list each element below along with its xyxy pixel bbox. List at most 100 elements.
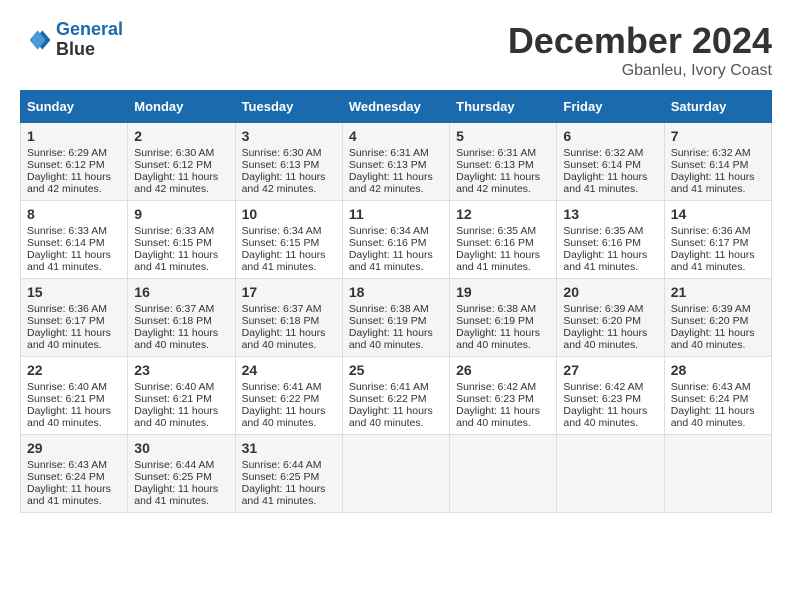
sunset-label: Sunset: 6:23 PM bbox=[563, 393, 641, 405]
daylight-label: Daylight: 11 hours and 40 minutes. bbox=[242, 405, 326, 429]
calendar-cell: 21Sunrise: 6:39 AMSunset: 6:20 PMDayligh… bbox=[664, 279, 771, 357]
calendar-cell: 27Sunrise: 6:42 AMSunset: 6:23 PMDayligh… bbox=[557, 357, 664, 435]
daylight-label: Daylight: 11 hours and 40 minutes. bbox=[134, 405, 218, 429]
sunset-label: Sunset: 6:14 PM bbox=[563, 159, 641, 171]
daylight-label: Daylight: 11 hours and 41 minutes. bbox=[134, 483, 218, 507]
day-number: 2 bbox=[134, 128, 228, 144]
sunset-label: Sunset: 6:14 PM bbox=[27, 237, 105, 249]
sunset-label: Sunset: 6:13 PM bbox=[349, 159, 427, 171]
sunset-label: Sunset: 6:16 PM bbox=[456, 237, 534, 249]
calendar-cell: 19Sunrise: 6:38 AMSunset: 6:19 PMDayligh… bbox=[450, 279, 557, 357]
sunrise-label: Sunrise: 6:36 AM bbox=[27, 303, 107, 315]
calendar-cell: 7Sunrise: 6:32 AMSunset: 6:14 PMDaylight… bbox=[664, 123, 771, 201]
header-day-saturday: Saturday bbox=[664, 91, 771, 123]
header-day-wednesday: Wednesday bbox=[342, 91, 449, 123]
day-number: 10 bbox=[242, 206, 336, 222]
day-number: 23 bbox=[134, 362, 228, 378]
day-number: 8 bbox=[27, 206, 121, 222]
calendar-cell: 15Sunrise: 6:36 AMSunset: 6:17 PMDayligh… bbox=[21, 279, 128, 357]
daylight-label: Daylight: 11 hours and 42 minutes. bbox=[134, 171, 218, 195]
sunrise-label: Sunrise: 6:38 AM bbox=[349, 303, 429, 315]
location: Gbanleu, Ivory Coast bbox=[508, 62, 772, 80]
day-number: 1 bbox=[27, 128, 121, 144]
sunset-label: Sunset: 6:19 PM bbox=[456, 315, 534, 327]
day-number: 30 bbox=[134, 440, 228, 456]
sunset-label: Sunset: 6:12 PM bbox=[27, 159, 105, 171]
sunrise-label: Sunrise: 6:40 AM bbox=[27, 381, 107, 393]
calendar-table: SundayMondayTuesdayWednesdayThursdayFrid… bbox=[20, 90, 772, 513]
calendar-cell: 28Sunrise: 6:43 AMSunset: 6:24 PMDayligh… bbox=[664, 357, 771, 435]
calendar-cell: 14Sunrise: 6:36 AMSunset: 6:17 PMDayligh… bbox=[664, 201, 771, 279]
sunset-label: Sunset: 6:19 PM bbox=[349, 315, 427, 327]
day-number: 17 bbox=[242, 284, 336, 300]
calendar-cell bbox=[557, 435, 664, 513]
sunset-label: Sunset: 6:16 PM bbox=[563, 237, 641, 249]
calendar-cell: 9Sunrise: 6:33 AMSunset: 6:15 PMDaylight… bbox=[128, 201, 235, 279]
title-block: December 2024 Gbanleu, Ivory Coast bbox=[508, 20, 772, 80]
day-number: 4 bbox=[349, 128, 443, 144]
sunset-label: Sunset: 6:24 PM bbox=[671, 393, 749, 405]
sunset-label: Sunset: 6:18 PM bbox=[134, 315, 212, 327]
sunset-label: Sunset: 6:17 PM bbox=[671, 237, 749, 249]
sunrise-label: Sunrise: 6:30 AM bbox=[242, 147, 322, 159]
daylight-label: Daylight: 11 hours and 41 minutes. bbox=[349, 249, 433, 273]
sunrise-label: Sunrise: 6:35 AM bbox=[563, 225, 643, 237]
sunrise-label: Sunrise: 6:37 AM bbox=[242, 303, 322, 315]
sunrise-label: Sunrise: 6:41 AM bbox=[349, 381, 429, 393]
sunset-label: Sunset: 6:15 PM bbox=[134, 237, 212, 249]
sunset-label: Sunset: 6:22 PM bbox=[349, 393, 427, 405]
daylight-label: Daylight: 11 hours and 40 minutes. bbox=[456, 405, 540, 429]
sunrise-label: Sunrise: 6:32 AM bbox=[671, 147, 751, 159]
daylight-label: Daylight: 11 hours and 40 minutes. bbox=[456, 327, 540, 351]
logo-text: General Blue bbox=[56, 20, 123, 60]
day-number: 13 bbox=[563, 206, 657, 222]
sunrise-label: Sunrise: 6:42 AM bbox=[456, 381, 536, 393]
calendar-header: SundayMondayTuesdayWednesdayThursdayFrid… bbox=[21, 91, 772, 123]
daylight-label: Daylight: 11 hours and 41 minutes. bbox=[134, 249, 218, 273]
sunset-label: Sunset: 6:21 PM bbox=[134, 393, 212, 405]
daylight-label: Daylight: 11 hours and 41 minutes. bbox=[563, 249, 647, 273]
sunset-label: Sunset: 6:17 PM bbox=[27, 315, 105, 327]
daylight-label: Daylight: 11 hours and 41 minutes. bbox=[27, 249, 111, 273]
sunrise-label: Sunrise: 6:37 AM bbox=[134, 303, 214, 315]
calendar-cell: 12Sunrise: 6:35 AMSunset: 6:16 PMDayligh… bbox=[450, 201, 557, 279]
day-number: 31 bbox=[242, 440, 336, 456]
day-number: 15 bbox=[27, 284, 121, 300]
calendar-cell: 5Sunrise: 6:31 AMSunset: 6:13 PMDaylight… bbox=[450, 123, 557, 201]
day-number: 18 bbox=[349, 284, 443, 300]
day-number: 9 bbox=[134, 206, 228, 222]
sunset-label: Sunset: 6:21 PM bbox=[27, 393, 105, 405]
daylight-label: Daylight: 11 hours and 41 minutes. bbox=[242, 249, 326, 273]
day-number: 6 bbox=[563, 128, 657, 144]
calendar-cell bbox=[342, 435, 449, 513]
sunrise-label: Sunrise: 6:33 AM bbox=[27, 225, 107, 237]
daylight-label: Daylight: 11 hours and 40 minutes. bbox=[671, 327, 755, 351]
daylight-label: Daylight: 11 hours and 40 minutes. bbox=[563, 405, 647, 429]
sunset-label: Sunset: 6:22 PM bbox=[242, 393, 320, 405]
day-number: 11 bbox=[349, 206, 443, 222]
day-number: 7 bbox=[671, 128, 765, 144]
sunrise-label: Sunrise: 6:31 AM bbox=[456, 147, 536, 159]
day-number: 22 bbox=[27, 362, 121, 378]
calendar-cell: 20Sunrise: 6:39 AMSunset: 6:20 PMDayligh… bbox=[557, 279, 664, 357]
sunset-label: Sunset: 6:24 PM bbox=[27, 471, 105, 483]
logo-line1: General bbox=[56, 19, 123, 39]
day-number: 24 bbox=[242, 362, 336, 378]
header-day-thursday: Thursday bbox=[450, 91, 557, 123]
day-number: 16 bbox=[134, 284, 228, 300]
daylight-label: Daylight: 11 hours and 40 minutes. bbox=[349, 327, 433, 351]
calendar-cell: 23 Sunrise: 6:40 AMSunset: 6:21 PMDayligh… bbox=[128, 357, 235, 435]
calendar-cell: 29Sunrise: 6:43 AMSunset: 6:24 PMDayligh… bbox=[21, 435, 128, 513]
calendar-cell: 8 Sunrise: 6:33 AMSunset: 6:14 PMDaylight… bbox=[21, 201, 128, 279]
calendar-cell: 2Sunrise: 6:30 AMSunset: 6:12 PMDaylight… bbox=[128, 123, 235, 201]
sunrise-label: Sunrise: 6:41 AM bbox=[242, 381, 322, 393]
sunset-label: Sunset: 6:25 PM bbox=[134, 471, 212, 483]
calendar-cell: 1Sunrise: 6:29 AMSunset: 6:12 PMDaylight… bbox=[21, 123, 128, 201]
day-number: 12 bbox=[456, 206, 550, 222]
sunrise-label: Sunrise: 6:40 AM bbox=[134, 381, 214, 393]
sunrise-label: Sunrise: 6:43 AM bbox=[27, 459, 107, 471]
calendar-cell: 16Sunrise: 6:37 AMSunset: 6:18 PMDayligh… bbox=[128, 279, 235, 357]
sunrise-label: Sunrise: 6:44 AM bbox=[134, 459, 214, 471]
day-number: 29 bbox=[27, 440, 121, 456]
calendar-week-row: 1Sunrise: 6:29 AMSunset: 6:12 PMDaylight… bbox=[21, 123, 772, 201]
